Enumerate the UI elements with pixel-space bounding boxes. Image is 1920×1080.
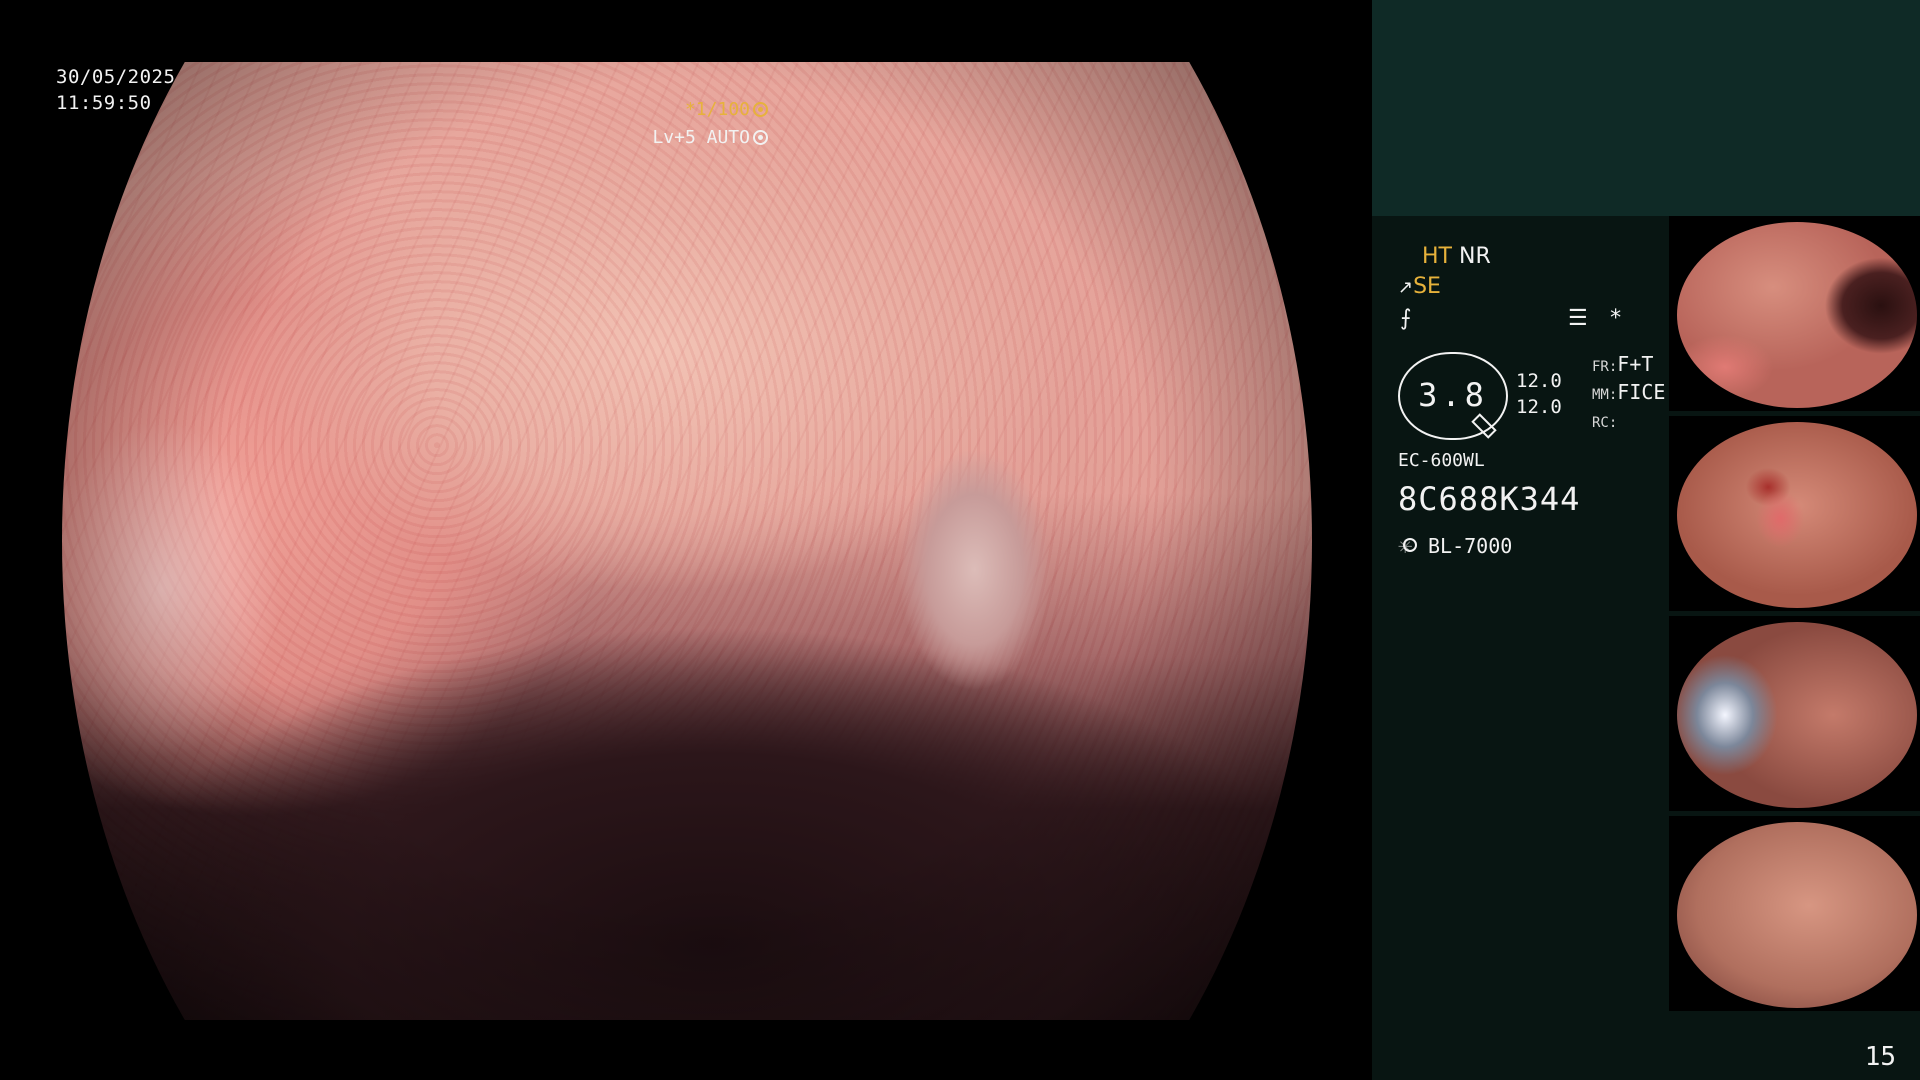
mm-value: FICE xyxy=(1617,380,1666,404)
memo-icon: ☰ xyxy=(1568,306,1588,331)
se-indicator: ↗SE xyxy=(1398,274,1441,299)
endoscope-main-view: 30/05/2025 11:59:50 *1/100 Lv+5 AUTO xyxy=(0,0,1372,1080)
rc-row: RC: xyxy=(1592,408,1665,436)
page-number: 15 xyxy=(1864,1042,1896,1072)
se-label: SE xyxy=(1413,274,1441,299)
thumbnail-image xyxy=(1677,422,1917,608)
auto-iris-icon xyxy=(753,130,768,145)
thumbnail-image xyxy=(1677,822,1917,1008)
fr-label: FR: xyxy=(1592,359,1618,375)
captured-image-thumbnail[interactable] xyxy=(1669,216,1920,411)
captured-image-thumbnail[interactable] xyxy=(1669,616,1920,811)
captured-image-thumbnail[interactable] xyxy=(1669,816,1920,1011)
contrast-value-2: 12.0 xyxy=(1516,396,1562,418)
mm-label: MM: xyxy=(1592,387,1618,403)
contrast-value-1: 12.0 xyxy=(1516,370,1562,392)
light-source-label: BL-7000 xyxy=(1428,534,1513,558)
fr-row: FR:F+T xyxy=(1592,352,1665,380)
ht-nr-indicator: HT NR xyxy=(1422,244,1491,269)
contrast-values: 12.0 12.0 xyxy=(1516,368,1562,420)
time-text: 11:59:50 xyxy=(56,92,152,114)
shutter-text: *1/100 xyxy=(684,99,750,120)
nr-label: NR xyxy=(1458,244,1491,269)
level-readout: Lv+5 AUTO xyxy=(652,127,768,148)
shutter-readout: *1/100 xyxy=(685,99,768,120)
edge-vignette xyxy=(62,62,1312,1020)
mm-row: MM:FICE xyxy=(1592,380,1665,408)
panel-header-area xyxy=(1372,0,1920,216)
scope-model: EC-600WL xyxy=(1398,450,1485,471)
endoscopic-image xyxy=(62,62,1312,1020)
asterisk-icon: * xyxy=(1608,306,1623,331)
light-source-indicator: BL-7000 xyxy=(1398,531,1513,559)
date-text: 30/05/2025 xyxy=(56,66,176,88)
structure-enhancement-icon: ↗ xyxy=(1398,277,1414,298)
color-enhancement-icon: ⨍ xyxy=(1400,306,1412,331)
mode-labels: FR:F+T MM:FICE RC: xyxy=(1592,352,1665,436)
rc-label: RC: xyxy=(1592,415,1618,431)
thumbnail-image xyxy=(1677,222,1917,408)
datetime-overlay: 30/05/2025 11:59:50 xyxy=(56,64,175,116)
thumbnail-image xyxy=(1677,622,1917,808)
scope-serial: 8C688K344 xyxy=(1398,480,1581,518)
level-text: Lv+5 AUTO xyxy=(652,127,750,148)
light-source-icon xyxy=(1398,531,1422,559)
shutter-icon xyxy=(753,102,768,117)
memo-indicator: ☰ * xyxy=(1568,306,1622,331)
ht-label: HT xyxy=(1422,244,1452,269)
iris-value-box: 3.8 xyxy=(1398,352,1508,440)
fr-value: F+T xyxy=(1617,352,1654,376)
captured-image-thumbnail[interactable] xyxy=(1669,416,1920,611)
